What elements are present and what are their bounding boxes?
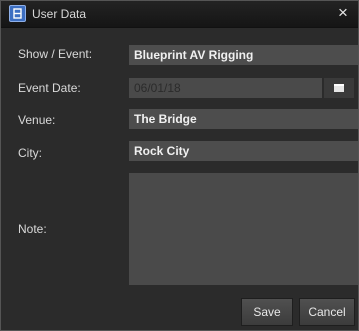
cancel-button[interactable]: Cancel xyxy=(299,298,355,326)
window-title: User Data xyxy=(32,7,87,21)
title-bar[interactable]: User Data × xyxy=(1,1,358,28)
venue-input[interactable] xyxy=(129,109,358,129)
event-date-label: Event Date: xyxy=(18,81,81,95)
show-event-input[interactable] xyxy=(129,45,358,65)
calendar-icon xyxy=(334,84,344,92)
city-input[interactable] xyxy=(129,141,358,161)
calendar-button[interactable] xyxy=(324,78,354,98)
city-label: City: xyxy=(18,146,42,160)
venue-label: Venue: xyxy=(18,113,56,127)
event-date-input[interactable] xyxy=(129,78,322,98)
note-textarea[interactable] xyxy=(129,173,358,285)
note-label: Note: xyxy=(18,222,47,236)
close-button[interactable]: × xyxy=(334,3,352,23)
user-data-dialog: User Data × Show / Event: Event Date: Ve… xyxy=(0,0,359,331)
show-event-label: Show / Event: xyxy=(18,47,93,61)
save-button[interactable]: Save xyxy=(241,298,293,326)
app-logo-icon xyxy=(9,5,26,22)
